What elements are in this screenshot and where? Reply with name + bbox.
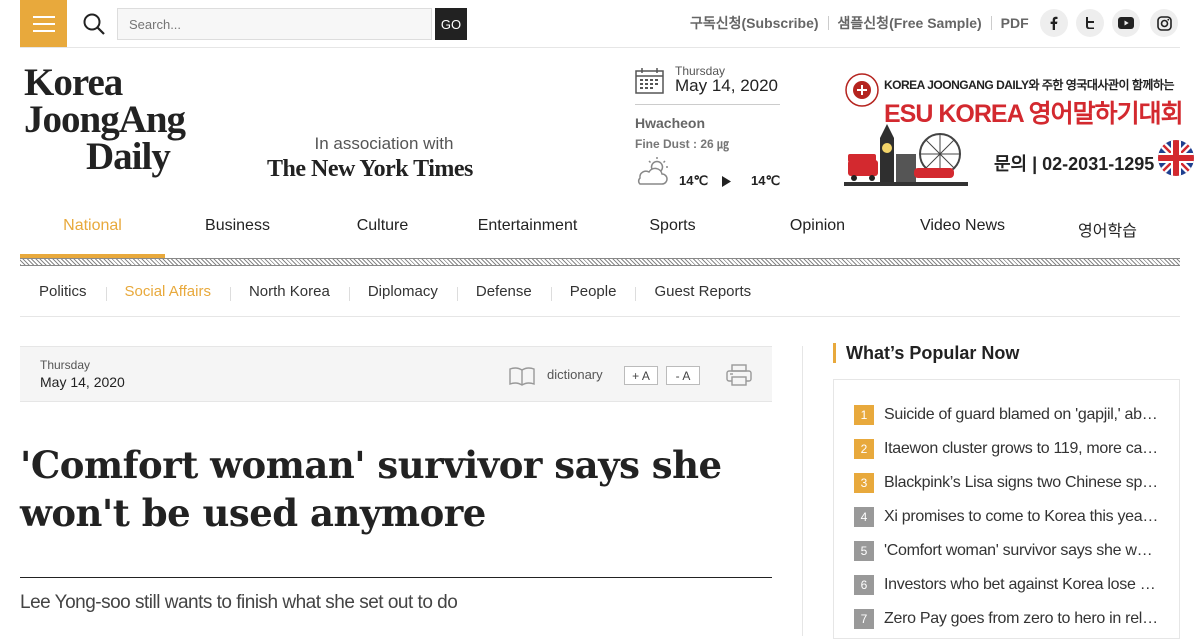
rank-badge: 2: [854, 439, 874, 459]
popular-headline[interactable]: Blackpink’s Lisa signs two Chinese spons…: [884, 474, 1160, 492]
pdf-link[interactable]: PDF: [1001, 15, 1029, 31]
list-item[interactable]: 1 Suicide of guard blamed on 'gapjil,' ab…: [854, 404, 1160, 426]
list-item[interactable]: 7 Zero Pay goes from zero to hero in reli…: [854, 608, 1160, 630]
subnav-social-affairs[interactable]: Social Affairs: [105, 283, 230, 301]
twitter-icon[interactable]: [1076, 9, 1104, 37]
subnav-defense[interactable]: Defense: [456, 283, 551, 301]
popular-headline[interactable]: Suicide of guard blamed on 'gapjil,' abu…: [884, 406, 1160, 424]
fine-dust: Fine Dust : 26 ㎍: [635, 137, 730, 151]
nav-business[interactable]: Business: [165, 208, 310, 258]
search-go-button[interactable]: GO: [435, 8, 467, 40]
article-subhead: Lee Yong-soo still wants to finish what …: [20, 592, 458, 613]
nav-culture[interactable]: Culture: [310, 208, 455, 258]
subnav-guest-reports[interactable]: Guest Reports: [635, 283, 770, 301]
nav-video-news[interactable]: Video News: [890, 208, 1035, 258]
popular-headline[interactable]: Investors who bet against Korea lose big…: [884, 576, 1160, 594]
temperature-now: 14℃: [679, 173, 709, 188]
popular-title: What’s Popular Now: [833, 343, 1019, 363]
book-icon[interactable]: [509, 366, 535, 386]
youtube-icon[interactable]: [1112, 9, 1140, 37]
rank-badge: 1: [854, 405, 874, 425]
main-nav: National Business Culture Entertainment …: [20, 208, 1180, 258]
article-date: May 14, 2020: [40, 374, 125, 390]
partly-cloudy-icon: [637, 157, 668, 185]
nyt-association[interactable]: In association with The New York Times: [267, 134, 473, 183]
nav-divider: [20, 258, 1180, 266]
dictionary-button[interactable]: dictionary: [547, 367, 603, 382]
calendar-icon: [635, 68, 664, 94]
nav-english-learning[interactable]: 영어학습: [1035, 208, 1180, 258]
popular-headline[interactable]: Itaewon cluster grows to 119, more cases…: [884, 440, 1160, 458]
top-links: 구독신청(Subscribe) 샘플신청(Free Sample) PDF: [690, 13, 1029, 33]
popular-headline[interactable]: Zero Pay goes from zero to hero in relie…: [884, 610, 1160, 628]
menu-button[interactable]: [20, 0, 67, 47]
masthead: Korea JoongAng Daily In association with…: [20, 48, 1194, 208]
search-input[interactable]: [117, 8, 432, 40]
column-divider: [802, 346, 803, 636]
list-item[interactable]: 2 Itaewon cluster grows to 119, more case…: [854, 438, 1160, 460]
top-bar: GO 구독신청(Subscribe) 샘플신청(Free Sample) PDF: [20, 0, 1180, 48]
popular-headline[interactable]: 'Comfort woman' survivor says she won't …: [884, 542, 1160, 560]
nav-national[interactable]: National: [20, 208, 165, 258]
ad-top-line: KOREA JOONGANG DAILY와 주한 영국대사관이 함께하는: [884, 78, 1175, 92]
facebook-icon[interactable]: [1040, 9, 1068, 37]
print-icon[interactable]: [726, 364, 752, 386]
play-arrow-icon[interactable]: [722, 176, 731, 187]
rank-badge: 5: [854, 541, 874, 561]
rank-badge: 6: [854, 575, 874, 595]
subnav-politics[interactable]: Politics: [20, 283, 106, 300]
rank-badge: 7: [854, 609, 874, 629]
search-icon[interactable]: [82, 12, 106, 36]
ad-contact: 문의 | 02-2031-1295: [994, 154, 1155, 174]
uk-flag-icon: [1158, 140, 1194, 176]
current-date: May 14, 2020: [675, 76, 779, 95]
font-decrease-button[interactable]: - A: [666, 366, 700, 385]
british-embassy-emblem-icon: [845, 73, 879, 107]
free-sample-link[interactable]: 샘플신청(Free Sample): [838, 13, 982, 33]
nav-opinion[interactable]: Opinion: [745, 208, 890, 258]
article-toolbar: Thursday May 14, 2020 dictionary + A - A: [20, 346, 772, 402]
list-item[interactable]: 4 Xi promises to come to Korea this year,…: [854, 506, 1160, 528]
list-item[interactable]: 3 Blackpink’s Lisa signs two Chinese spon…: [854, 472, 1160, 494]
nav-sports[interactable]: Sports: [600, 208, 745, 258]
subnav-people[interactable]: People: [550, 283, 636, 301]
headline-rule: [20, 577, 772, 578]
list-item[interactable]: 6 Investors who bet against Korea lose bi…: [854, 574, 1160, 596]
london-skyline-icon: [844, 124, 968, 186]
site-logo[interactable]: Korea JoongAng Daily: [24, 63, 186, 176]
temperature-next: 14℃: [751, 173, 781, 188]
subnav-north-korea[interactable]: North Korea: [229, 283, 349, 301]
weather-location: Hwacheon: [635, 115, 706, 131]
article-weekday: Thursday: [40, 358, 91, 372]
nav-entertainment[interactable]: Entertainment: [455, 208, 600, 258]
instagram-icon[interactable]: [1150, 9, 1178, 37]
subnav-diplomacy[interactable]: Diplomacy: [348, 283, 457, 301]
subscribe-link[interactable]: 구독신청(Subscribe): [690, 13, 819, 33]
font-increase-button[interactable]: + A: [624, 366, 658, 385]
sub-nav: Politics Social Affairs North Korea Dipl…: [20, 266, 1180, 317]
list-item[interactable]: 5 'Comfort woman' survivor says she won't…: [854, 540, 1160, 562]
rank-badge: 3: [854, 473, 874, 493]
rank-badge: 4: [854, 507, 874, 527]
article-headline: 'Comfort woman' survivor says she won't …: [20, 443, 722, 535]
popular-list: 1 Suicide of guard blamed on 'gapjil,' ab…: [833, 379, 1180, 639]
ad-banner[interactable]: KOREA JOONGANG DAILY와 주한 영국대사관이 함께하는 ESU…: [840, 68, 1194, 190]
popular-headline[interactable]: Xi promises to come to Korea this year, …: [884, 508, 1160, 526]
